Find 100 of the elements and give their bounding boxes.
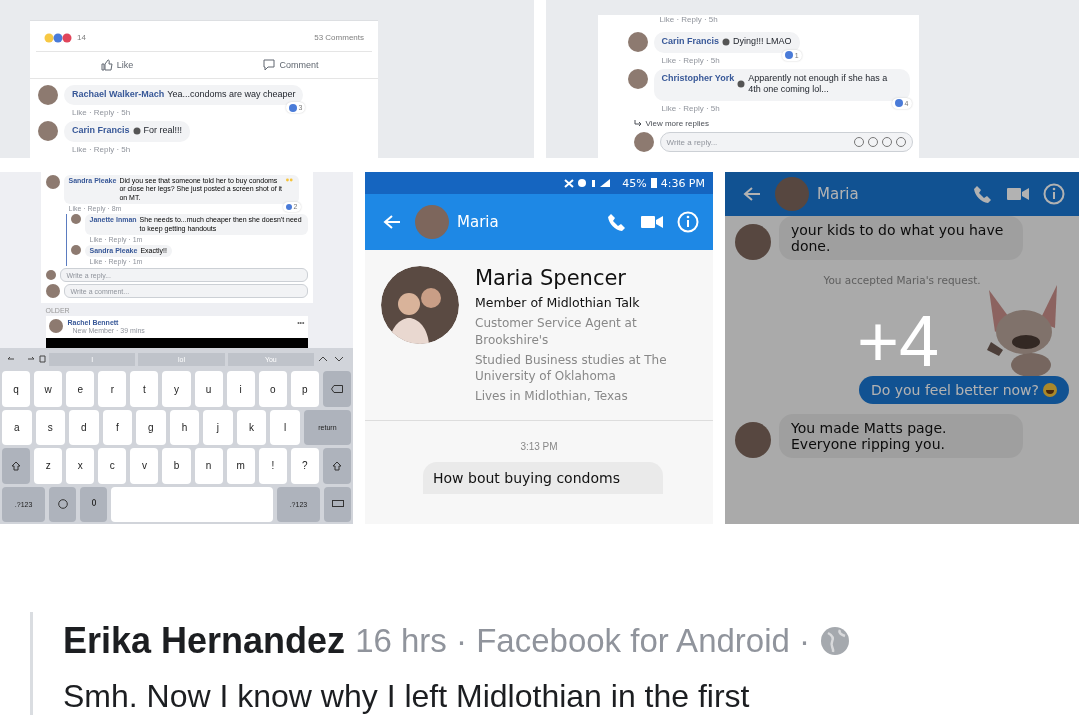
key[interactable]: h: [169, 409, 200, 446]
message-bubble: your kids to do what you have done.: [779, 216, 1023, 260]
shift-icon: [11, 460, 22, 471]
info-icon[interactable]: [1043, 183, 1065, 205]
key[interactable]: y: [162, 371, 191, 407]
battery-level: 45%: [622, 176, 647, 190]
key[interactable]: a: [2, 409, 32, 446]
key[interactable]: s: [35, 409, 66, 446]
key[interactable]: z: [34, 448, 63, 484]
globe-icon: [820, 626, 851, 656]
comment-text: Dying!!! LMAO: [733, 35, 792, 48]
message-bubble: Do you feel better now?: [858, 376, 1069, 404]
contact-name[interactable]: Maria: [817, 185, 859, 203]
key[interactable]: f: [102, 409, 133, 446]
key[interactable]: e: [66, 371, 95, 407]
comment-meta: Like · Reply · 5h: [658, 14, 718, 26]
comment-author[interactable]: Christopher York: [661, 72, 735, 85]
avatar: [633, 132, 654, 152]
key[interactable]: o: [258, 371, 287, 407]
screenshot-tile[interactable]: Maria your kids to do what you have done. You accepted Maria's request. Do you feel better now? You made Matts page. Everyone ripping you. +4: [725, 172, 1079, 524]
key[interactable]: v: [130, 448, 159, 484]
keyboard-icon: [331, 499, 344, 509]
hide-keyboard-key[interactable]: [324, 486, 351, 523]
comment-author[interactable]: Carin Francis: [661, 35, 720, 48]
post-meta: 16 hrs · Facebook for Android ·: [355, 622, 811, 660]
avatar: [45, 270, 56, 281]
timestamp: 3:13 PM: [519, 440, 559, 454]
avatar: [627, 31, 648, 52]
group-membership: Member of Midlothian Talk: [475, 295, 641, 310]
key[interactable]: !: [258, 448, 287, 484]
message-bubble: You made Matts page. Everyone ripping you.: [779, 414, 1023, 458]
key[interactable]: d: [69, 409, 99, 446]
profile-name: Maria Spencer: [475, 266, 627, 290]
profile-detail: Lives in Midlothian, Texas: [475, 388, 629, 405]
thumbs-up-icon: [100, 58, 113, 71]
avatar: [48, 319, 63, 334]
reactions-icon: [44, 32, 74, 43]
phone-icon[interactable]: [973, 184, 993, 204]
post-text: Smh. Now I know why I left Midlothian in the first: [63, 678, 751, 715]
message-bubble: How bout buying condoms: [423, 462, 663, 494]
key[interactable]: w: [34, 371, 63, 407]
screenshot-tile[interactable]: [365, 172, 713, 524]
video-camera-icon[interactable]: [1007, 187, 1029, 201]
clock: 4:36 PM: [660, 176, 705, 190]
comment-author[interactable]: Carin Francis: [72, 125, 130, 137]
key[interactable]: g: [136, 409, 166, 446]
backspace-icon: [331, 385, 343, 394]
avatar: [70, 214, 81, 225]
key[interactable]: r: [98, 371, 127, 407]
shift-key[interactable]: [2, 448, 31, 484]
reply-arrow-icon: [633, 120, 642, 127]
avatar: [775, 177, 809, 211]
avatar: [735, 224, 771, 260]
smiley-icon: [57, 499, 68, 510]
key[interactable]: n: [194, 448, 223, 484]
profile-detail: Customer Service Agent at Brookshire's: [475, 315, 638, 349]
emoji-key[interactable]: [49, 486, 77, 523]
speech-bubble-icon: [263, 58, 276, 71]
battery-icon: [650, 178, 657, 188]
post-author[interactable]: Erika Hernandez: [63, 620, 346, 662]
comment-meta: Like · Reply · 5h: [71, 107, 132, 118]
backspace-key[interactable]: [322, 371, 352, 407]
key[interactable]: m: [226, 448, 255, 484]
key[interactable]: q: [2, 371, 31, 407]
comment-meta: Like · Reply · 5h: [71, 144, 132, 154]
key[interactable]: l: [270, 409, 300, 446]
avatar: [735, 422, 771, 458]
comment-author[interactable]: Rachael Walker-Mach: [72, 88, 165, 101]
avatar: [45, 284, 60, 299]
comments-count[interactable]: 53 Comments: [314, 33, 364, 43]
laughing-emoji-icon: [285, 177, 294, 183]
comment-meta: Like · Reply · 5h: [660, 54, 721, 65]
key[interactable]: i: [226, 371, 255, 407]
video-camera-icon[interactable]: [641, 215, 663, 229]
info-icon[interactable]: [677, 211, 699, 233]
key[interactable]: p: [290, 371, 319, 407]
shift-icon: [332, 460, 342, 471]
avatar: [38, 121, 58, 142]
key[interactable]: b: [162, 448, 191, 484]
key[interactable]: x: [66, 448, 95, 484]
key[interactable]: c: [98, 448, 127, 484]
back-icon[interactable]: [743, 186, 761, 202]
key[interactable]: t: [130, 371, 159, 407]
key[interactable]: k: [236, 409, 267, 446]
comment-text: Apparently not enough if she has a 4th one coming lol...: [748, 72, 889, 96]
phone-icon[interactable]: [607, 212, 627, 232]
key[interactable]: j: [203, 409, 233, 446]
key[interactable]: ?: [290, 448, 319, 484]
screenshot-tile[interactable]: [0, 172, 353, 524]
comment-text: Yea...condoms are way cheaper: [167, 88, 296, 101]
avatar: [45, 175, 60, 189]
view-more-link[interactable]: View more replies: [645, 119, 709, 128]
key[interactable]: u: [194, 371, 223, 407]
back-icon[interactable]: [383, 214, 401, 230]
profile-detail: Studied Business studies at The University of Oklahoma: [475, 351, 668, 386]
laughing-emoji-icon: [1043, 383, 1057, 397]
contact-name[interactable]: Maria: [457, 213, 499, 231]
avatar: [627, 68, 648, 89]
avatar: [38, 84, 58, 105]
comment-meta: Like · Reply · 5h: [660, 103, 721, 113]
